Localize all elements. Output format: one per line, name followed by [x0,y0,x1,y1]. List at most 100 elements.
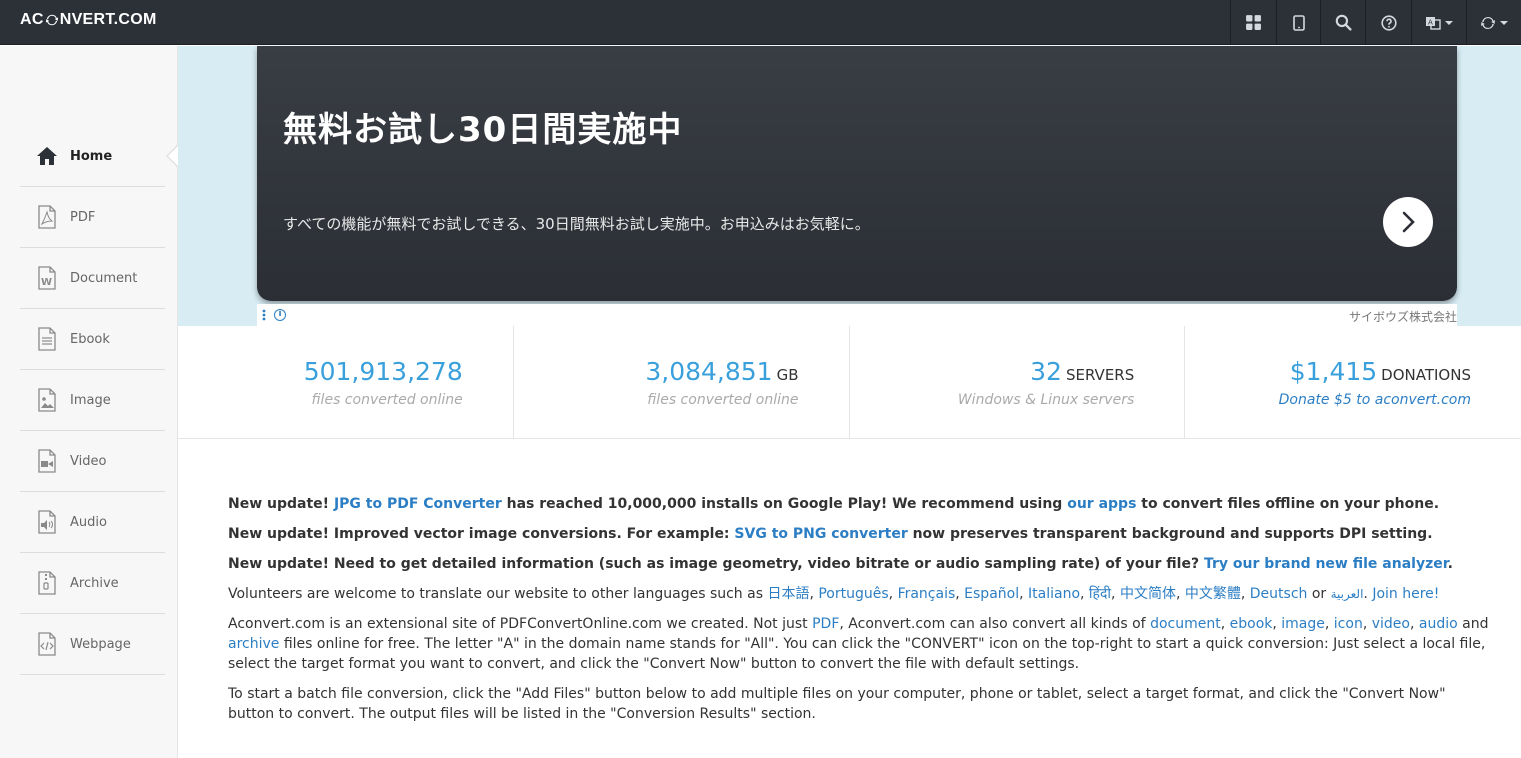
svg-to-png-link[interactable]: SVG to PNG converter [734,526,907,542]
chevron-right-icon [1402,211,1415,233]
logo-refresh-icon [45,14,58,26]
text: , Aconvert.com can also convert all kind… [839,616,1151,632]
lang-link-ja[interactable]: 日本語 [767,586,809,602]
help-icon [1380,14,1397,31]
jpg-to-pdf-link[interactable]: JPG to PDF Converter [334,496,502,512]
sidebar-menu: Home PDF W Document Ebook Image Video Au… [20,126,179,675]
sidebar-item-label: Archive [70,575,119,591]
language-icon: A [1426,16,1441,30]
svg-text:W: W [41,277,52,288]
archive-icon [38,571,56,595]
sidebar-item-label: Document [70,270,138,286]
text: now preserves transparent background and… [907,526,1433,542]
stat-value: 3,084,851 [645,357,773,386]
search-button[interactable] [1320,0,1365,45]
sidebar-item-webpage[interactable]: Webpage [20,614,165,675]
language-button[interactable]: A [1411,0,1466,45]
ad-banner[interactable]: 無料お試し30日間実施中 すべての機能が無料でお試しできる、30日間無料お試し実… [257,46,1457,301]
update-notice-3: New update! Need to get detailed informa… [228,554,1493,574]
sidebar-item-video[interactable]: Video [20,431,165,492]
our-apps-link[interactable]: our apps [1067,496,1136,512]
join-here-link[interactable]: Join here! [1372,586,1439,602]
convert-button[interactable] [1466,0,1521,45]
lang-link-it[interactable]: Italiano [1028,586,1080,602]
image-link[interactable]: image [1281,616,1325,632]
help-button[interactable] [1365,0,1411,45]
sidebar-item-archive[interactable]: Archive [20,553,165,614]
search-icon [1335,14,1352,31]
lang-link-zh-cn[interactable]: 中文简体 [1120,586,1176,602]
lang-link-zh-tw[interactable]: 中文繁體 [1185,586,1241,602]
text: or [1307,586,1331,602]
text: Volunteers are welcome to translate our … [228,586,768,602]
sidebar: Home PDF W Document Ebook Image Video Au… [0,46,179,758]
stat-unit: SERVERS [1065,366,1135,384]
sidebar-item-home[interactable]: Home [20,126,179,187]
lang-link-pt[interactable]: Português [818,586,888,602]
sidebar-item-document[interactable]: W Document [20,248,165,309]
stat-unit: GB [776,366,799,384]
stat-value: 32 [1030,357,1062,386]
text: Aconvert.com is an extensional site of P… [228,616,813,632]
text: and [1457,616,1489,632]
stat-unit: DONATIONS [1381,366,1471,384]
stat-value: $1,415 [1289,357,1378,386]
sidebar-item-label: Ebook [70,331,110,347]
lang-link-de[interactable]: Deutsch [1250,586,1308,602]
mobile-button[interactable] [1276,0,1320,45]
stat-caption: files converted online [647,392,799,408]
sidebar-item-label: Webpage [70,636,131,652]
video-icon [38,449,56,473]
logo-text-left: AC [20,11,44,28]
sidebar-item-label: Audio [70,514,107,530]
archive-link[interactable]: archive [228,636,279,652]
video-link[interactable]: video [1372,616,1410,632]
grid-button[interactable] [1230,0,1276,45]
text: to convert files offline on your phone. [1136,496,1440,512]
ad-options-icon[interactable] [262,309,266,321]
stat-files: 501,913,278 files converted online [178,326,514,438]
sidebar-item-label: Image [70,392,111,408]
pdf-link[interactable]: PDF [812,616,839,632]
icon-link[interactable]: icon [1334,616,1363,632]
text: . [1447,556,1453,572]
batch-paragraph: To start a batch file conversion, click … [228,686,1446,722]
update-notice-1: New update! JPG to PDF Converter has rea… [228,494,1493,514]
lang-link-ar[interactable]: العربية [1331,587,1364,601]
text: New update! Improved vector image conver… [228,526,735,542]
ad-arrow-button[interactable] [1383,197,1433,247]
stats-bar: 501,913,278 files converted online 3,084… [178,326,1521,439]
logo-text-right: NVERT.COM [59,11,157,28]
intro-content: New update! JPG to PDF Converter has rea… [228,494,1493,734]
lang-link-hi[interactable]: हिंदी [1089,586,1111,602]
sidebar-item-label: Video [70,453,107,469]
lang-link-fr[interactable]: Français [898,586,956,602]
sidebar-item-image[interactable]: Image [20,370,165,431]
tablet-icon [1292,14,1305,31]
document-icon: W [38,266,56,290]
ad-area: 無料お試し30日間実施中 すべての機能が無料でお試しできる、30日間無料お試し実… [178,46,1521,326]
stat-donations: $1,415 DONATIONS Donate $5 to aconvert.co… [1185,326,1521,438]
sidebar-item-ebook[interactable]: Ebook [20,309,165,370]
ad-subtitle: すべての機能が無料でお試しできる、30日間無料お試し実施中。お申込みはお気軽に。 [283,215,870,233]
audio-icon [38,510,56,534]
ad-title: 無料お試し30日間実施中 [283,110,683,150]
sidebar-item-pdf[interactable]: PDF [20,187,165,248]
about-paragraph: Aconvert.com is an extensional site of P… [228,616,1489,672]
stat-gb: 3,084,851 GB files converted online [514,326,850,438]
site-logo[interactable]: AC NVERT.COM [20,11,157,29]
ad-sponsor: サイボウズ株式会社 [1348,310,1457,324]
sidebar-item-label: Home [70,148,113,164]
donate-link[interactable]: Donate $5 to aconvert.com [1279,392,1471,408]
lang-link-es[interactable]: Español [964,586,1019,602]
ebook-link[interactable]: ebook [1230,616,1273,632]
ad-info-icon[interactable]: i [274,309,286,321]
file-analyzer-link[interactable]: Try our brand new file analyzer [1204,556,1448,572]
document-link[interactable]: document [1150,616,1221,632]
text: New update! [228,496,334,512]
audio-link[interactable]: audio [1419,616,1458,632]
ad-footer: i サイボウズ株式会社 [257,304,1457,326]
update-notice-2: New update! Improved vector image conver… [228,524,1493,544]
sidebar-item-audio[interactable]: Audio [20,492,165,553]
top-bar: AC NVERT.COM A [0,0,1521,45]
